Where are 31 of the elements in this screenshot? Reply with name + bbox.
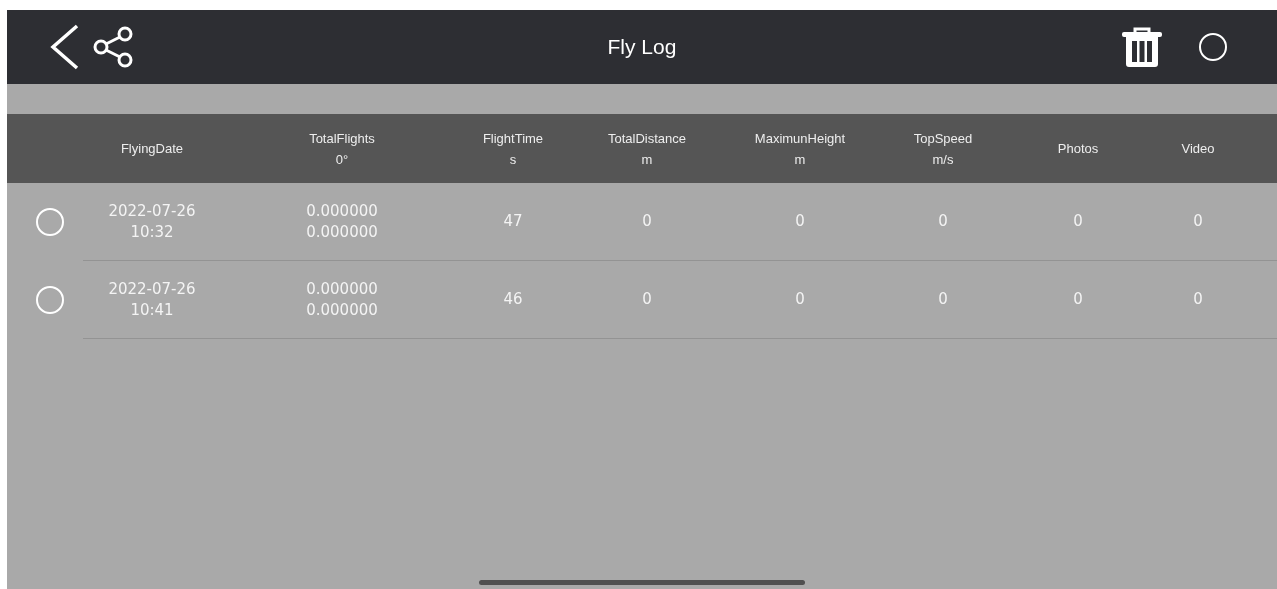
- table-cell-text: 0.000000 0.000000: [305, 278, 379, 321]
- table-cell-text: 0: [1072, 211, 1084, 232]
- table-cell-text: 0: [794, 289, 806, 310]
- back-button[interactable]: [49, 24, 79, 70]
- column-header: TotalFlights 0°: [308, 129, 376, 169]
- table-cell-text: 0: [1192, 289, 1204, 310]
- table-cell-text: 0: [641, 211, 653, 232]
- column-header: FlyingDate: [119, 140, 185, 158]
- column-header: Photos: [1056, 140, 1100, 158]
- table-cell-text: 0: [641, 289, 653, 310]
- page-title: Fly Log: [606, 35, 678, 59]
- table-cell-text: 2022-07-26 10:32: [107, 200, 197, 243]
- table-cell-text: 0: [1072, 289, 1084, 310]
- column-header: FlightTime s: [481, 129, 545, 169]
- table-cell-text: 47: [502, 211, 524, 232]
- table-cell-text: 46: [502, 289, 524, 310]
- table-cell-text: 2022-07-26 10:41: [107, 278, 197, 321]
- share-icon[interactable]: [93, 26, 135, 68]
- table-cell-text: 0.000000 0.000000: [305, 200, 379, 243]
- table-cell-text: 0: [937, 289, 949, 310]
- column-header: TopSpeed m/s: [912, 129, 974, 169]
- trash-icon[interactable]: [1121, 26, 1163, 68]
- table-cell-text: 0: [1192, 211, 1204, 232]
- column-header: MaximunHeight m: [753, 129, 847, 169]
- column-header: Video: [1180, 140, 1216, 158]
- row-checkbox[interactable]: [36, 285, 64, 314]
- row-checkbox[interactable]: [36, 207, 64, 236]
- table-cell-text: 0: [794, 211, 806, 232]
- column-header: TotalDistance m: [606, 129, 687, 169]
- table-cell-text: 0: [937, 211, 949, 232]
- select-all-checkbox[interactable]: [1199, 33, 1227, 61]
